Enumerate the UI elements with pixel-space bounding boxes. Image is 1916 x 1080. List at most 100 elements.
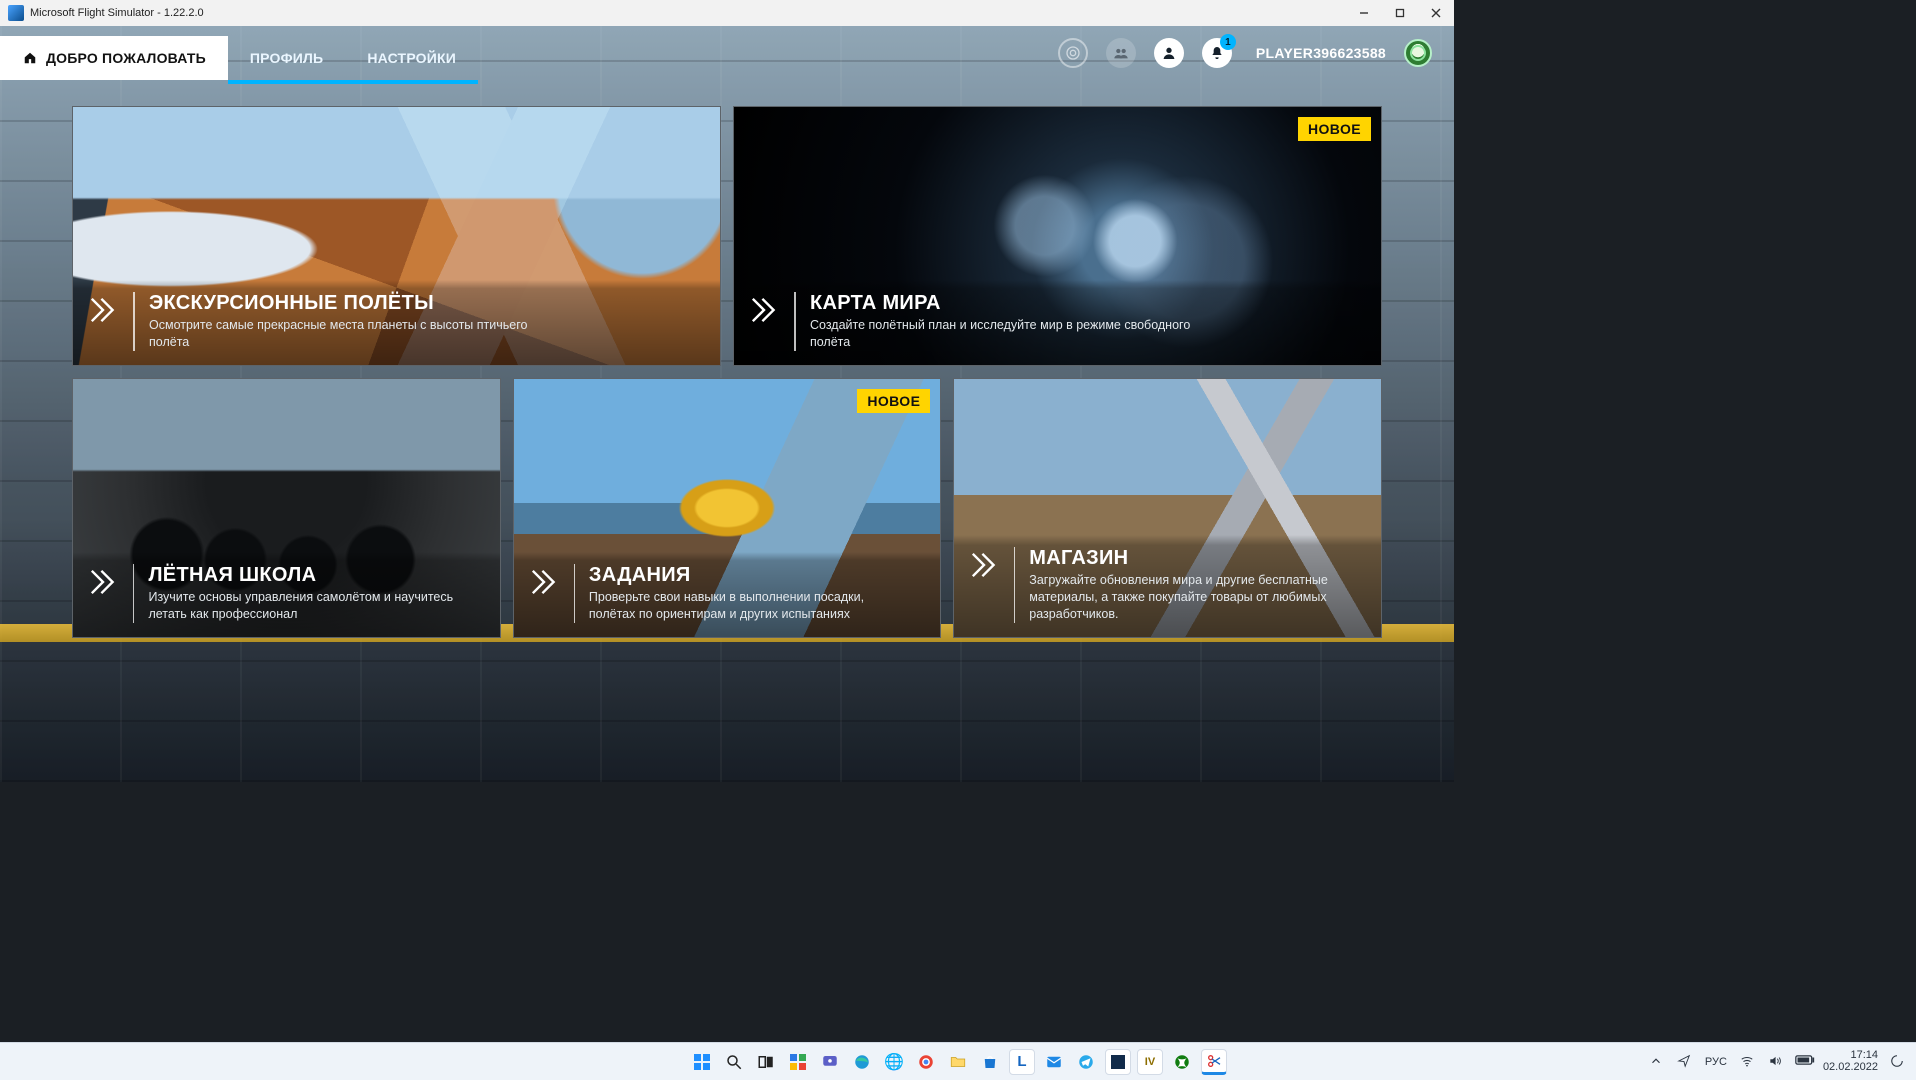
nav-status-area: 1 PLAYER396623588 — [1058, 26, 1454, 80]
window-maximize-button[interactable] — [1382, 0, 1418, 26]
card-desc: Загружайте обновления мира и другие бесп… — [1029, 572, 1346, 623]
tray-overflow-button[interactable] — [1649, 1054, 1665, 1070]
card-caption: МАГАЗИН Загружайте обновления мира и дру… — [954, 535, 1381, 637]
card-activities[interactable]: НОВОЕ ЗАДАНИЯ Проверьте свои навыки в вы… — [513, 378, 942, 638]
tab-profile[interactable]: ПРОФИЛЬ — [228, 36, 345, 80]
widgets-icon — [789, 1053, 807, 1071]
tab-label: ДОБРО ПОЖАЛОВАТЬ — [46, 50, 206, 66]
card-world-map[interactable]: НОВОЕ КАРТА МИРА Создайте полётный план … — [733, 106, 1382, 366]
taskbar-system-tray: РУС 17:14 02.02.2022 — [1649, 1050, 1906, 1073]
main-nav: ДОБРО ПОЖАЛОВАТЬ ПРОФИЛЬ НАСТРОЙКИ 1 — [0, 26, 1454, 80]
card-desc: Изучите основы управления самолётом и на… — [148, 589, 465, 623]
letter-iv-icon: IV — [1145, 1056, 1155, 1068]
taskbar-app-telegram[interactable] — [1073, 1049, 1099, 1075]
card-discovery-flights[interactable]: ЭКСКУРСИОННЫЕ ПОЛЁТЫ Осмотрите самые пре… — [72, 106, 721, 366]
windows-icon — [693, 1053, 711, 1071]
card-caption: ЛЁТНАЯ ШКОЛА Изучите основы управления с… — [73, 552, 500, 637]
caption-divider — [574, 564, 575, 623]
caption-divider — [133, 292, 135, 351]
caption-divider — [1014, 547, 1015, 623]
chevron-right-icon — [528, 566, 560, 598]
card-desc: Осмотрите самые прекрасные места планеты… — [149, 317, 550, 351]
tray-clock[interactable]: 17:14 02.02.2022 — [1823, 1050, 1878, 1073]
tab-welcome[interactable]: ДОБРО ПОЖАЛОВАТЬ — [0, 36, 228, 80]
chevron-right-icon — [968, 549, 1000, 581]
online-services-button[interactable] — [1058, 38, 1088, 68]
welcome-cards-grid: ЭКСКУРСИОННЫЕ ПОЛЁТЫ Осмотрите самые пре… — [0, 84, 1454, 638]
taskbar-app-edge[interactable] — [849, 1049, 875, 1075]
edge-icon — [853, 1053, 871, 1071]
tray-wifi-icon[interactable] — [1739, 1054, 1755, 1070]
chrome-icon — [917, 1053, 935, 1071]
taskbar-pinned-apps: 🌐 L IV — [689, 1049, 1227, 1075]
scissors-icon — [1206, 1053, 1222, 1069]
tray-location-icon[interactable] — [1677, 1054, 1693, 1070]
card-caption: КАРТА МИРА Создайте полётный план и иссл… — [734, 280, 1381, 365]
globe-icon: 🌐 — [884, 1052, 904, 1072]
player-avatar[interactable] — [1404, 39, 1432, 67]
card-title: ЭКСКУРСИОННЫЕ ПОЛЁТЫ — [149, 292, 571, 315]
app-square-icon — [1111, 1055, 1125, 1069]
tray-language-indicator[interactable]: РУС — [1705, 1056, 1727, 1068]
card-caption: ЭКСКУРСИОННЫЕ ПОЛЁТЫ Осмотрите самые пре… — [73, 280, 720, 365]
bag-icon — [981, 1053, 999, 1071]
taskbar-app-explorer[interactable] — [945, 1049, 971, 1075]
card-title: ЗАДАНИЯ — [589, 564, 922, 587]
mail-icon — [1045, 1053, 1063, 1071]
new-badge: НОВОЕ — [1298, 117, 1371, 141]
chevron-right-icon — [87, 294, 119, 326]
start-button[interactable] — [689, 1049, 715, 1075]
xbox-icon — [1173, 1053, 1191, 1071]
letter-l-icon: L — [1017, 1053, 1026, 1070]
card-marketplace[interactable]: МАГАЗИН Загружайте обновления мира и дру… — [953, 378, 1382, 638]
friends-button[interactable] — [1106, 38, 1136, 68]
widgets-button[interactable] — [785, 1049, 811, 1075]
caption-divider — [133, 564, 134, 623]
taskbar-app-generic-1[interactable]: 🌐 — [881, 1049, 907, 1075]
window-titlebar: Microsoft Flight Simulator - 1.22.2.0 — [0, 0, 1454, 26]
notifications-button[interactable]: 1 — [1202, 38, 1232, 68]
window-minimize-button[interactable] — [1346, 0, 1382, 26]
tray-notifications-icon[interactable] — [1890, 1054, 1906, 1070]
app-icon — [8, 5, 24, 21]
tray-time: 17:14 — [1850, 1050, 1878, 1062]
card-flight-school[interactable]: ЛЁТНАЯ ШКОЛА Изучите основы управления с… — [72, 378, 501, 638]
tab-settings[interactable]: НАСТРОЙКИ — [345, 36, 478, 80]
tray-volume-icon[interactable] — [1767, 1054, 1783, 1070]
card-title: МАГАЗИН — [1029, 547, 1363, 570]
chat-icon — [821, 1053, 839, 1071]
window-title: Microsoft Flight Simulator - 1.22.2.0 — [30, 7, 204, 19]
tab-label: НАСТРОЙКИ — [367, 50, 456, 66]
card-title: КАРТА МИРА — [810, 292, 1234, 315]
chevron-right-icon — [748, 294, 780, 326]
window-close-button[interactable] — [1418, 0, 1454, 26]
taskbar-app-current[interactable] — [1201, 1049, 1227, 1075]
tray-battery-icon[interactable] — [1795, 1054, 1811, 1070]
taskbar-app-xbox[interactable] — [1169, 1049, 1195, 1075]
chevron-right-icon — [87, 566, 119, 598]
card-desc: Проверьте свои навыки в выполнении посад… — [589, 589, 906, 623]
taskbar-search[interactable] — [721, 1049, 747, 1075]
search-icon — [725, 1053, 743, 1071]
tray-date: 02.02.2022 — [1823, 1062, 1878, 1074]
taskbar-app-generic-2[interactable]: L — [1009, 1049, 1035, 1075]
telegram-icon — [1077, 1053, 1095, 1071]
task-view-button[interactable] — [753, 1049, 779, 1075]
account-button[interactable] — [1154, 38, 1184, 68]
group-icon — [1113, 45, 1129, 61]
os-taskbar: 🌐 L IV РУС 17:14 02.02.2022 — [0, 1042, 1916, 1080]
task-view-icon — [757, 1053, 775, 1071]
player-name-label[interactable]: PLAYER396623588 — [1256, 45, 1386, 61]
taskbar-app-generic-4[interactable]: IV — [1137, 1049, 1163, 1075]
card-caption: ЗАДАНИЯ Проверьте свои навыки в выполнен… — [514, 552, 941, 637]
radar-icon — [1065, 45, 1081, 61]
taskbar-app-mail[interactable] — [1041, 1049, 1067, 1075]
taskbar-app-store[interactable] — [977, 1049, 1003, 1075]
notification-count-badge: 1 — [1220, 34, 1236, 50]
card-title: ЛЁТНАЯ ШКОЛА — [148, 564, 481, 587]
taskbar-app-generic-3[interactable] — [1105, 1049, 1131, 1075]
taskbar-app-chrome[interactable] — [913, 1049, 939, 1075]
taskbar-app-chat[interactable] — [817, 1049, 843, 1075]
folder-icon — [949, 1053, 967, 1071]
home-icon — [22, 51, 38, 65]
